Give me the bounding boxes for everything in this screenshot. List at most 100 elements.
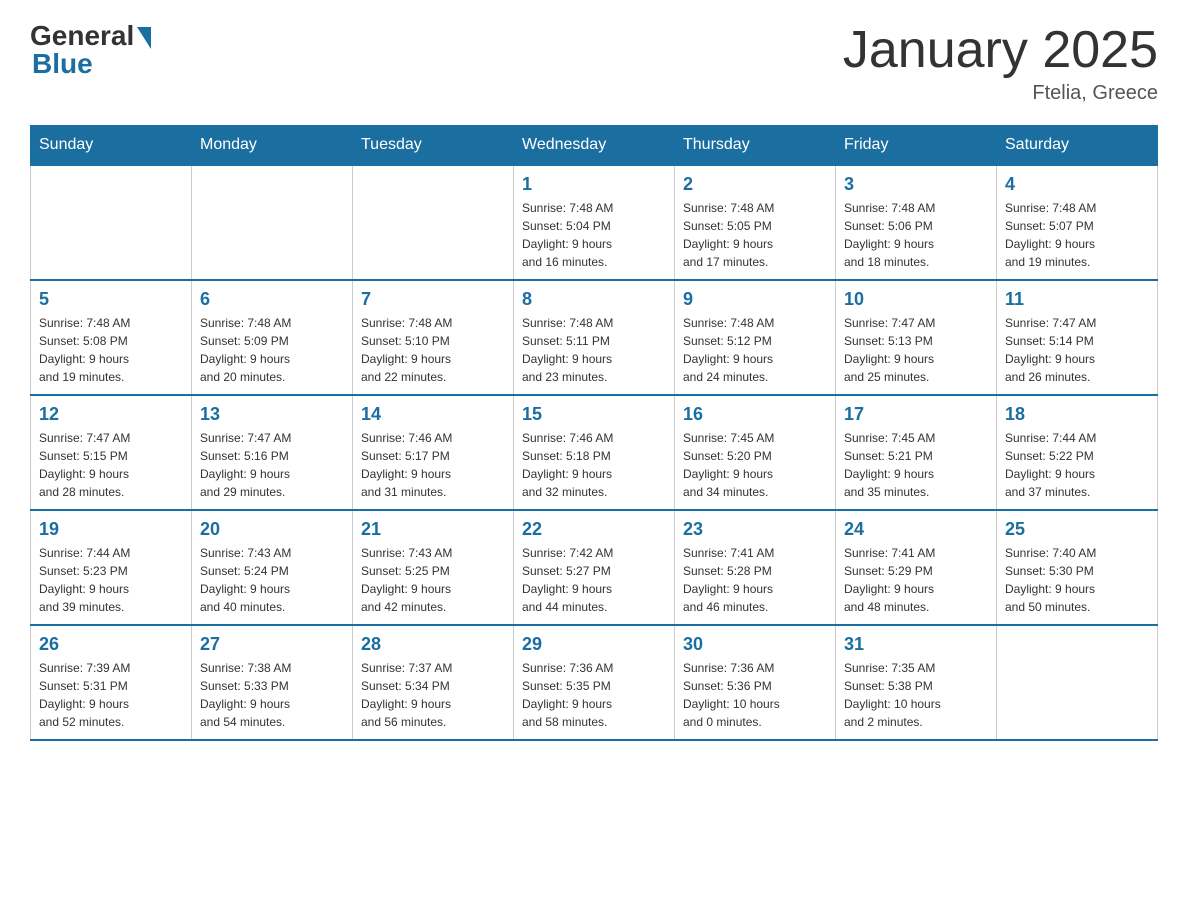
day-number: 14 (361, 404, 505, 425)
header-sunday: Sunday (31, 126, 192, 166)
week-row-5: 26 Sunrise: 7:39 AM Sunset: 5:31 PM Dayli… (31, 625, 1158, 740)
day-info: Sunrise: 7:44 AM Sunset: 5:23 PM Dayligh… (39, 544, 183, 616)
day-number: 23 (683, 519, 827, 540)
calendar-cell: 19Sunrise: 7:44 AM Sunset: 5:23 PM Dayli… (31, 510, 192, 625)
day-number: 25 (1005, 519, 1149, 540)
calendar-cell: 14 Sunrise: 7:46 AM Sunset: 5:17 PM Dayli… (353, 395, 514, 510)
calendar-cell: 26 Sunrise: 7:39 AM Sunset: 5:31 PM Dayli… (31, 625, 192, 740)
day-info: Sunrise: 7:48 AM Sunset: 5:12 PM Dayligh… (683, 314, 827, 386)
day-number: 28 (361, 634, 505, 655)
day-number: 5 (39, 289, 183, 310)
day-number: 18 (1005, 404, 1149, 425)
calendar-cell: 13Sunrise: 7:47 AM Sunset: 5:16 PM Dayli… (192, 395, 353, 510)
day-number: 8 (522, 289, 666, 310)
calendar-cell (997, 625, 1158, 740)
header-wednesday: Wednesday (514, 126, 675, 166)
day-info: Sunrise: 7:40 AM Sunset: 5:30 PM Dayligh… (1005, 544, 1149, 616)
day-number: 15 (522, 404, 666, 425)
day-number: 12 (39, 404, 183, 425)
week-row-1: 1Sunrise: 7:48 AM Sunset: 5:04 PM Daylig… (31, 165, 1158, 280)
logo-triangle-icon (137, 27, 151, 49)
header-tuesday: Tuesday (353, 126, 514, 166)
main-title: January 2025 (843, 20, 1158, 80)
calendar-cell: 23 Sunrise: 7:41 AM Sunset: 5:28 PM Dayli… (675, 510, 836, 625)
calendar-cell (192, 165, 353, 280)
day-number: 10 (844, 289, 988, 310)
week-row-3: 12 Sunrise: 7:47 AM Sunset: 5:15 PM Dayli… (31, 395, 1158, 510)
day-number: 1 (522, 174, 666, 195)
calendar-cell: 22 Sunrise: 7:42 AM Sunset: 5:27 PM Dayli… (514, 510, 675, 625)
day-info: Sunrise: 7:48 AM Sunset: 5:05 PM Dayligh… (683, 199, 827, 271)
day-info: Sunrise: 7:43 AM Sunset: 5:24 PM Dayligh… (200, 544, 344, 616)
calendar-cell: 21 Sunrise: 7:43 AM Sunset: 5:25 PM Dayli… (353, 510, 514, 625)
day-number: 29 (522, 634, 666, 655)
calendar-cell: 16 Sunrise: 7:45 AM Sunset: 5:20 PM Dayli… (675, 395, 836, 510)
logo: General Blue (30, 20, 151, 80)
day-number: 26 (39, 634, 183, 655)
day-info: Sunrise: 7:46 AM Sunset: 5:17 PM Dayligh… (361, 429, 505, 501)
day-info: Sunrise: 7:41 AM Sunset: 5:28 PM Dayligh… (683, 544, 827, 616)
header-thursday: Thursday (675, 126, 836, 166)
day-info: Sunrise: 7:46 AM Sunset: 5:18 PM Dayligh… (522, 429, 666, 501)
day-info: Sunrise: 7:42 AM Sunset: 5:27 PM Dayligh… (522, 544, 666, 616)
calendar-cell (353, 165, 514, 280)
header-monday: Monday (192, 126, 353, 166)
day-number: 20 (200, 519, 344, 540)
day-number: 24 (844, 519, 988, 540)
day-number: 31 (844, 634, 988, 655)
day-info: Sunrise: 7:48 AM Sunset: 5:07 PM Dayligh… (1005, 199, 1149, 271)
header-friday: Friday (836, 126, 997, 166)
calendar-cell: 6 Sunrise: 7:48 AM Sunset: 5:09 PM Daylig… (192, 280, 353, 395)
calendar-cell: 31 Sunrise: 7:35 AM Sunset: 5:38 PM Dayli… (836, 625, 997, 740)
logo-blue-text: Blue (32, 48, 93, 80)
week-row-4: 19Sunrise: 7:44 AM Sunset: 5:23 PM Dayli… (31, 510, 1158, 625)
day-number: 4 (1005, 174, 1149, 195)
day-info: Sunrise: 7:36 AM Sunset: 5:36 PM Dayligh… (683, 659, 827, 731)
day-number: 16 (683, 404, 827, 425)
day-number: 30 (683, 634, 827, 655)
calendar-cell: 9 Sunrise: 7:48 AM Sunset: 5:12 PM Daylig… (675, 280, 836, 395)
calendar-cell: 28 Sunrise: 7:37 AM Sunset: 5:34 PM Dayli… (353, 625, 514, 740)
calendar-cell: 27 Sunrise: 7:38 AM Sunset: 5:33 PM Dayli… (192, 625, 353, 740)
day-info: Sunrise: 7:47 AM Sunset: 5:13 PM Dayligh… (844, 314, 988, 386)
calendar-cell: 3Sunrise: 7:48 AM Sunset: 5:06 PM Daylig… (836, 165, 997, 280)
calendar-cell: 2 Sunrise: 7:48 AM Sunset: 5:05 PM Daylig… (675, 165, 836, 280)
day-number: 11 (1005, 289, 1149, 310)
calendar-cell: 29 Sunrise: 7:36 AM Sunset: 5:35 PM Dayli… (514, 625, 675, 740)
day-number: 27 (200, 634, 344, 655)
day-number: 13 (200, 404, 344, 425)
calendar-cell: 8Sunrise: 7:48 AM Sunset: 5:11 PM Daylig… (514, 280, 675, 395)
day-info: Sunrise: 7:38 AM Sunset: 5:33 PM Dayligh… (200, 659, 344, 731)
day-info: Sunrise: 7:48 AM Sunset: 5:08 PM Dayligh… (39, 314, 183, 386)
day-info: Sunrise: 7:45 AM Sunset: 5:20 PM Dayligh… (683, 429, 827, 501)
day-info: Sunrise: 7:48 AM Sunset: 5:06 PM Dayligh… (844, 199, 988, 271)
header-saturday: Saturday (997, 126, 1158, 166)
calendar-header-row: SundayMondayTuesdayWednesdayThursdayFrid… (31, 126, 1158, 166)
calendar-cell: 25 Sunrise: 7:40 AM Sunset: 5:30 PM Dayli… (997, 510, 1158, 625)
subtitle: Ftelia, Greece (843, 82, 1158, 105)
day-number: 7 (361, 289, 505, 310)
day-number: 22 (522, 519, 666, 540)
day-number: 2 (683, 174, 827, 195)
calendar-cell: 7Sunrise: 7:48 AM Sunset: 5:10 PM Daylig… (353, 280, 514, 395)
day-info: Sunrise: 7:48 AM Sunset: 5:09 PM Dayligh… (200, 314, 344, 386)
week-row-2: 5 Sunrise: 7:48 AM Sunset: 5:08 PM Daylig… (31, 280, 1158, 395)
day-number: 6 (200, 289, 344, 310)
calendar-cell: 11Sunrise: 7:47 AM Sunset: 5:14 PM Dayli… (997, 280, 1158, 395)
calendar-cell: 10 Sunrise: 7:47 AM Sunset: 5:13 PM Dayli… (836, 280, 997, 395)
day-info: Sunrise: 7:35 AM Sunset: 5:38 PM Dayligh… (844, 659, 988, 731)
title-section: January 2025 Ftelia, Greece (843, 20, 1158, 105)
day-number: 21 (361, 519, 505, 540)
day-info: Sunrise: 7:43 AM Sunset: 5:25 PM Dayligh… (361, 544, 505, 616)
day-info: Sunrise: 7:37 AM Sunset: 5:34 PM Dayligh… (361, 659, 505, 731)
calendar-cell: 12 Sunrise: 7:47 AM Sunset: 5:15 PM Dayli… (31, 395, 192, 510)
day-info: Sunrise: 7:36 AM Sunset: 5:35 PM Dayligh… (522, 659, 666, 731)
day-info: Sunrise: 7:47 AM Sunset: 5:15 PM Dayligh… (39, 429, 183, 501)
day-info: Sunrise: 7:39 AM Sunset: 5:31 PM Dayligh… (39, 659, 183, 731)
calendar-cell: 20 Sunrise: 7:43 AM Sunset: 5:24 PM Dayli… (192, 510, 353, 625)
calendar-cell (31, 165, 192, 280)
calendar-cell: 30 Sunrise: 7:36 AM Sunset: 5:36 PM Dayli… (675, 625, 836, 740)
day-number: 9 (683, 289, 827, 310)
calendar-table: SundayMondayTuesdayWednesdayThursdayFrid… (30, 125, 1158, 741)
day-info: Sunrise: 7:41 AM Sunset: 5:29 PM Dayligh… (844, 544, 988, 616)
